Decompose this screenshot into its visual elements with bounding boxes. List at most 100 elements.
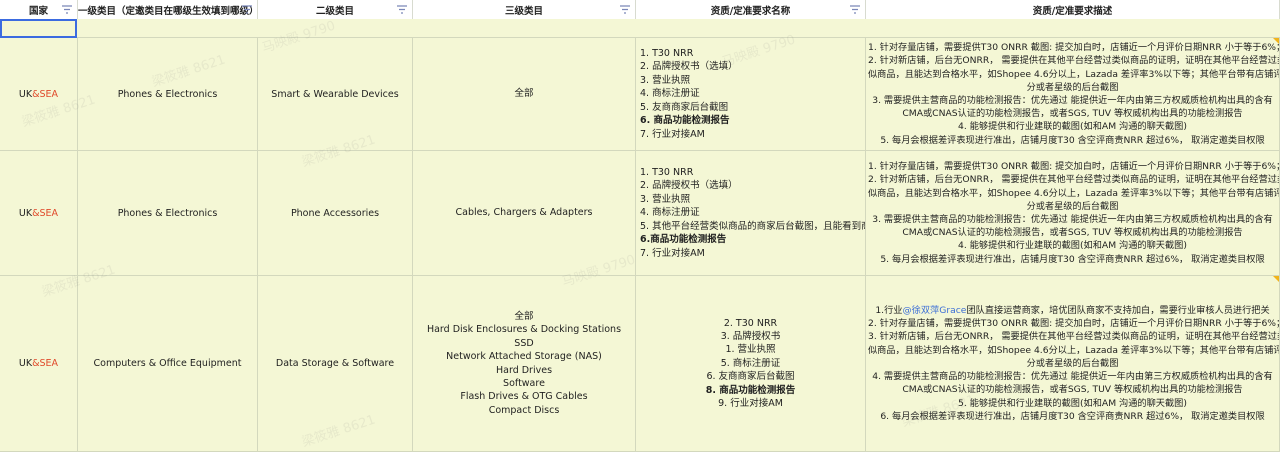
desc-line: 1. 针对存量店铺，需要提供T30 ONRR 截图: 提交加白时，店铺近一个月评… [868, 42, 1280, 54]
desc-line: 6. 每月会根据差评表现进行准出，店铺月度T30 含空评商责NRR 超过6%， … [880, 410, 1265, 422]
cell-level1[interactable]: Phones & Electronics [78, 38, 258, 150]
requirement-list: 1. T30 NRR 2. 品牌授权书（选填） 3. 营业执照 4. 商标注册证 5. … [636, 166, 865, 260]
cell-requirement-desc[interactable]: 1.行业@徐双萍Grace团队直接运营商家，培优团队商家不支持加白，需要行业审核… [866, 276, 1280, 451]
table-row: UK&SEA Phones & Electronics Phone Access… [0, 151, 1280, 276]
requirement-item: 7. 行业对接AM [640, 247, 705, 259]
requirement-item: 4. 商标注册证 [640, 207, 700, 219]
cell-requirement-name[interactable]: 1. T30 NRR 2. 品牌授权书（选填） 3. 营业执照 4. 商标注册证 5. … [636, 38, 866, 150]
requirement-item: 2. T30 NRR [723, 317, 778, 329]
table-row: UK&SEA Computers & Office Equipment Data… [0, 276, 1280, 452]
level3-item: Cables, Chargers & Adapters [455, 207, 593, 219]
cell-level2[interactable]: Smart & Wearable Devices [258, 38, 413, 150]
header-country[interactable]: 国家 [0, 0, 78, 19]
level3-item: Network Attached Storage (NAS) [446, 351, 602, 363]
desc-line: 1. 针对存量店铺，需要提供T30 ONRR 截图: 提交加白时，店铺近一个月评… [868, 161, 1280, 173]
desc-line: 1.行业@徐双萍Grace团队直接运营商家，培优团队商家不支持加白，需要行业审核… [868, 304, 1277, 317]
level3-item: Hard Drives [495, 364, 553, 376]
requirement-list: 2. T30 NRR 3. 品牌授权书 1. 营业执照 5. 商标注册证 6. 友商商家… [636, 317, 865, 411]
filter-icon[interactable] [850, 5, 860, 14]
empty-row [0, 19, 1280, 38]
filter-icon[interactable] [620, 5, 630, 14]
selected-cell[interactable] [0, 19, 77, 38]
requirement-item: 6.商品功能检测报告 [640, 234, 727, 246]
header-label: 国家 [28, 5, 48, 17]
level1-text: Computers & Office Equipment [93, 358, 242, 369]
level3-item: 全部 [514, 310, 534, 322]
level1-text: Phones & Electronics [117, 207, 218, 219]
requirement-item: 2. 品牌授权书（选填） [640, 180, 738, 192]
cell-level3[interactable]: 全部 [413, 38, 636, 150]
requirement-item: 7. 行业对接AM [640, 128, 705, 140]
comment-marker-icon[interactable] [1273, 276, 1279, 282]
cell-level3[interactable]: Cables, Chargers & Adapters [413, 151, 636, 275]
desc-line: CMA或CNAS认证的功能检测报告，或者SGS, TUV 等权威机构出具的功能检… [902, 227, 1243, 239]
filter-icon[interactable] [242, 5, 252, 14]
filter-icon[interactable] [397, 5, 407, 14]
header-label: 三级类目 [504, 5, 543, 17]
header-label: 资质/定准要求名称 [710, 5, 791, 17]
requirement-item: 9. 行业对接AM [718, 398, 783, 410]
level3-item: SSD [514, 337, 534, 349]
requirement-desc: 1. 针对存量店铺，需要提供T30 ONRR 截图: 提交加白时，店铺近一个月评… [866, 160, 1279, 266]
header-requirement-name[interactable]: 资质/定准要求名称 [636, 0, 866, 19]
table-row: UK&SEA Phones & Electronics Smart & Wear… [0, 38, 1280, 151]
cell-level1[interactable]: Computers & Office Equipment [78, 276, 258, 451]
cell-country[interactable]: UK&SEA [0, 276, 78, 451]
cell-level3[interactable]: 全部 Hard Disk Enclosures & Docking Station… [413, 276, 636, 451]
header-level1[interactable]: 一级类目（定邀类目在哪级生效填到哪级） [78, 0, 258, 19]
country-sea: &SEA [32, 207, 59, 219]
country-sea: &SEA [32, 358, 59, 369]
cell-level2[interactable]: Data Storage & Software [258, 276, 413, 451]
requirement-item: 3. 营业执照 [640, 193, 691, 205]
header-level2[interactable]: 二级类目 [258, 0, 413, 19]
cell-requirement-desc[interactable]: 1. 针对存量店铺，需要提供T30 ONRR 截图: 提交加白时，店铺近一个月评… [866, 151, 1280, 275]
requirement-item: 5. 商标注册证 [720, 357, 781, 369]
desc-line: 分或者星级的后台截图 [1026, 357, 1119, 369]
requirement-desc: 1.行业@徐双萍Grace团队直接运营商家，培优团队商家不支持加白，需要行业审核… [866, 304, 1279, 423]
requirement-list: 1. T30 NRR 2. 品牌授权书（选填） 3. 营业执照 4. 商标注册证 5. … [636, 47, 865, 141]
desc-line: 似商品，且能达到合格水平，如Shopee 4.6分以上，Lazada 差评率3%… [868, 187, 1280, 199]
desc-line: 似商品，且能达到合格水平，如Shopee 4.6分以上，Lazada 差评率3%… [868, 344, 1280, 356]
level3-item: Hard Disk Enclosures & Docking Stations [426, 324, 622, 336]
level3-list: 全部 [413, 87, 635, 100]
level3-list: 全部 Hard Disk Enclosures & Docking Station… [413, 310, 635, 417]
filter-icon[interactable] [62, 5, 72, 14]
desc-line: 2. 针对新店铺，后台无ONRR， 需要提供在其他平台经营过类似商品的证明，证明… [868, 55, 1280, 67]
user-mention[interactable]: @徐双萍Grace [902, 305, 966, 316]
desc-prefix: 1.行业 [875, 305, 903, 317]
desc-line: 5. 每月会根据差评表现进行准出，店铺月度T30 含空评商责NRR 超过6%， … [880, 134, 1265, 146]
desc-line: 4. 需要提供主营商品的功能检测报告：优先通过 能提供近一年内由第三方权威质检机… [872, 371, 1273, 383]
requirement-item: 8. 商品功能检测报告 [705, 384, 796, 396]
cell-country[interactable]: UK&SEA [0, 38, 78, 150]
level1-text: Phones & Electronics [117, 88, 218, 100]
header-requirement-desc[interactable]: 资质/定准要求描述 [866, 0, 1280, 19]
cell-requirement-desc[interactable]: 1. 针对存量店铺，需要提供T30 ONRR 截图: 提交加白时，店铺近一个月评… [866, 38, 1280, 150]
cell-level2[interactable]: Phone Accessories [258, 151, 413, 275]
desc-line: 5. 能够提供和行业建联的截图(如和AM 沟通的聊天截图) [958, 397, 1187, 409]
country-uk: UK [18, 88, 33, 100]
cell-requirement-name[interactable]: 2. T30 NRR 3. 品牌授权书 1. 营业执照 5. 商标注册证 6. 友商商家… [636, 276, 866, 451]
desc-line: 2. 针对存量店铺，需要提供T30 ONRR 截图: 提交加白时，店铺近一个月评… [868, 318, 1280, 330]
desc-line: 4. 能够提供和行业建联的截图(如和AM 沟通的聊天截图) [958, 121, 1187, 133]
cell-requirement-name[interactable]: 1. T30 NRR 2. 品牌授权书（选填） 3. 营业执照 4. 商标注册证 5. … [636, 151, 866, 275]
requirement-item: 3. 营业执照 [640, 74, 691, 86]
desc-line: 4. 能够提供和行业建联的截图(如和AM 沟通的聊天截图) [958, 240, 1187, 252]
requirement-item: 1. T30 NRR [640, 167, 694, 179]
cell-level1[interactable]: Phones & Electronics [78, 151, 258, 275]
requirement-item: 6. 商品功能检测报告 [640, 115, 730, 127]
desc-suffix: 团队直接运营商家，培优团队商家不支持加白，需要行业审核人员进行把关 [966, 305, 1270, 317]
header-label: 一级类目（定邀类目在哪级生效填到哪级） [78, 5, 257, 17]
level2-text: Data Storage & Software [275, 358, 395, 369]
desc-line: 3. 针对新店铺，后台无ONRR， 需要提供在其他平台经营过类似商品的证明，证明… [868, 331, 1280, 343]
desc-line: CMA或CNAS认证的功能检测报告，或者SGS, TUV 等权威机构出具的功能检… [902, 108, 1243, 120]
comment-marker-icon[interactable] [1273, 38, 1279, 44]
level3-item: Flash Drives & OTG Cables [460, 391, 588, 403]
country-uk: UK [18, 207, 33, 219]
requirement-item: 3. 品牌授权书 [720, 330, 781, 342]
desc-line: 分或者星级的后台截图 [1026, 200, 1119, 212]
table-header: 国家 一级类目（定邀类目在哪级生效填到哪级） 二级类目 三级类目 资质/定准要求… [0, 0, 1280, 20]
level3-item: Compact Discs [488, 404, 560, 416]
desc-line: 3. 需要提供主营商品的功能检测报告：优先通过 能提供近一年内由第三方权威质检机… [872, 95, 1273, 106]
header-level3[interactable]: 三级类目 [413, 0, 636, 19]
cell-country[interactable]: UK&SEA [0, 151, 78, 275]
